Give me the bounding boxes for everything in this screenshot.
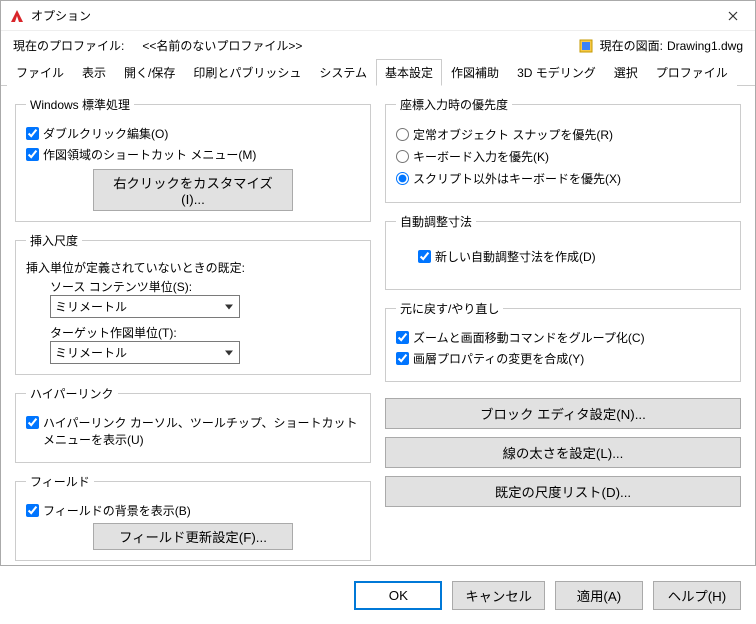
source-units-label: ソース コンテンツ単位(S): (50, 278, 360, 295)
field-bg-label: フィールドの背景を表示(B) (43, 502, 191, 519)
target-units-select[interactable]: ミリメートル (50, 341, 240, 364)
app-icon (9, 8, 25, 24)
dblclick-edit-checkbox[interactable] (26, 127, 39, 140)
group-undo-redo: 元に戻す/やり直し ズームと画面移動コマンドをグループ化(C) 画層プロパティの… (385, 300, 741, 382)
coord-r2-label: キーボード入力を優先(K) (413, 148, 549, 165)
zoom-pan-group-label: ズームと画面移動コマンドをグループ化(C) (413, 329, 645, 346)
dblclick-edit-label: ダブルクリック編集(O) (43, 125, 168, 142)
group-hyperlink: ハイパーリンク ハイパーリンク カーソル、ツールチップ、ショートカットメニューを… (15, 385, 371, 463)
coord-r3-label: スクリプト以外はキーボードを優先(X) (413, 170, 621, 187)
ok-button[interactable]: OK (354, 581, 442, 610)
shortcut-menu-label: 作図領域のショートカット メニュー(M) (43, 146, 256, 163)
coord-r3-radio[interactable] (396, 172, 409, 185)
insert-subtitle: 挿入単位が定義されていないときの既定: (26, 259, 360, 276)
tab-3[interactable]: 印刷とパブリッシュ (184, 59, 310, 86)
group-insert-scale: 挿入尺度 挿入単位が定義されていないときの既定: ソース コンテンツ単位(S):… (15, 232, 371, 375)
field-bg-checkbox[interactable] (26, 504, 39, 517)
current-profile-value: <<名前のないプロファイル>> (142, 37, 302, 54)
target-units-label: ターゲット作図単位(T): (50, 324, 360, 341)
shortcut-menu-checkbox[interactable] (26, 148, 39, 161)
close-button[interactable] (711, 1, 755, 31)
tab-4[interactable]: システム (310, 59, 376, 86)
lineweight-settings-button[interactable]: 線の太さを設定(L)... (385, 437, 741, 468)
tab-9[interactable]: プロファイル (647, 59, 737, 86)
legend-undo-redo: 元に戻す/やり直し (396, 300, 503, 317)
apply-button[interactable]: 適用(A) (555, 581, 643, 610)
tab-6[interactable]: 作図補助 (442, 59, 508, 86)
source-units-select[interactable]: ミリメートル (50, 295, 240, 318)
tab-7[interactable]: 3D モデリング (508, 59, 605, 86)
legend-hyperlink: ハイパーリンク (26, 385, 118, 402)
field-update-button[interactable]: フィールド更新設定(F)... (93, 523, 293, 550)
hyperlink-show-label: ハイパーリンク カーソル、ツールチップ、ショートカットメニューを表示(U) (43, 414, 360, 448)
current-drawing-value: Drawing1.dwg (667, 39, 743, 53)
rightclick-customize-button[interactable]: 右クリックをカスタマイズ(I)... (93, 169, 293, 211)
current-profile-label: 現在のプロファイル: (13, 37, 124, 54)
coord-r1-label: 定常オブジェクト スナップを優先(R) (413, 126, 613, 143)
group-windows-standard: Windows 標準処理 ダブルクリック編集(O) 作図領域のショートカット メ… (15, 96, 371, 222)
zoom-pan-group-checkbox[interactable] (396, 331, 409, 344)
legend-field: フィールド (26, 473, 94, 490)
group-coord-priority: 座標入力時の優先度 定常オブジェクト スナップを優先(R) キーボード入力を優先… (385, 96, 741, 203)
close-icon (728, 11, 738, 21)
layer-combine-checkbox[interactable] (396, 352, 409, 365)
layer-combine-label: 画層プロパティの変更を合成(Y) (413, 350, 584, 367)
tab-5[interactable]: 基本設定 (376, 59, 442, 86)
legend-assoc-dim: 自動調整寸法 (396, 213, 476, 230)
tab-0[interactable]: ファイル (7, 59, 73, 86)
legend-windows-standard: Windows 標準処理 (26, 96, 134, 113)
legend-coord-priority: 座標入力時の優先度 (396, 96, 512, 113)
dialog-footer: OK キャンセル 適用(A) ヘルプ(H) (1, 571, 755, 624)
tab-1[interactable]: 表示 (73, 59, 115, 86)
current-drawing-label: 現在の図面: (600, 37, 663, 54)
coord-r1-radio[interactable] (396, 128, 409, 141)
profile-row: 現在のプロファイル: <<名前のないプロファイル>> 現在の図面: Drawin… (1, 31, 755, 58)
assoc-dim-label: 新しい自動調整寸法を作成(D) (435, 248, 596, 265)
drawing-icon (578, 38, 594, 54)
block-editor-settings-button[interactable]: ブロック エディタ設定(N)... (385, 398, 741, 429)
window-title: オプション (31, 7, 711, 24)
tab-2[interactable]: 開く/保存 (115, 59, 184, 86)
assoc-dim-checkbox[interactable] (418, 250, 431, 263)
tab-8[interactable]: 選択 (605, 59, 647, 86)
hyperlink-show-checkbox[interactable] (26, 416, 39, 429)
group-field: フィールド フィールドの背景を表示(B) フィールド更新設定(F)... (15, 473, 371, 561)
cancel-button[interactable]: キャンセル (452, 581, 545, 610)
help-button[interactable]: ヘルプ(H) (653, 581, 741, 610)
default-scale-list-button[interactable]: 既定の尺度リスト(D)... (385, 476, 741, 507)
tab-strip: ファイル表示開く/保存印刷とパブリッシュシステム基本設定作図補助3D モデリング… (1, 58, 755, 86)
group-assoc-dim: 自動調整寸法 新しい自動調整寸法を作成(D) (385, 213, 741, 290)
titlebar: オプション (1, 1, 755, 31)
coord-r2-radio[interactable] (396, 150, 409, 163)
legend-insert-scale: 挿入尺度 (26, 232, 82, 249)
